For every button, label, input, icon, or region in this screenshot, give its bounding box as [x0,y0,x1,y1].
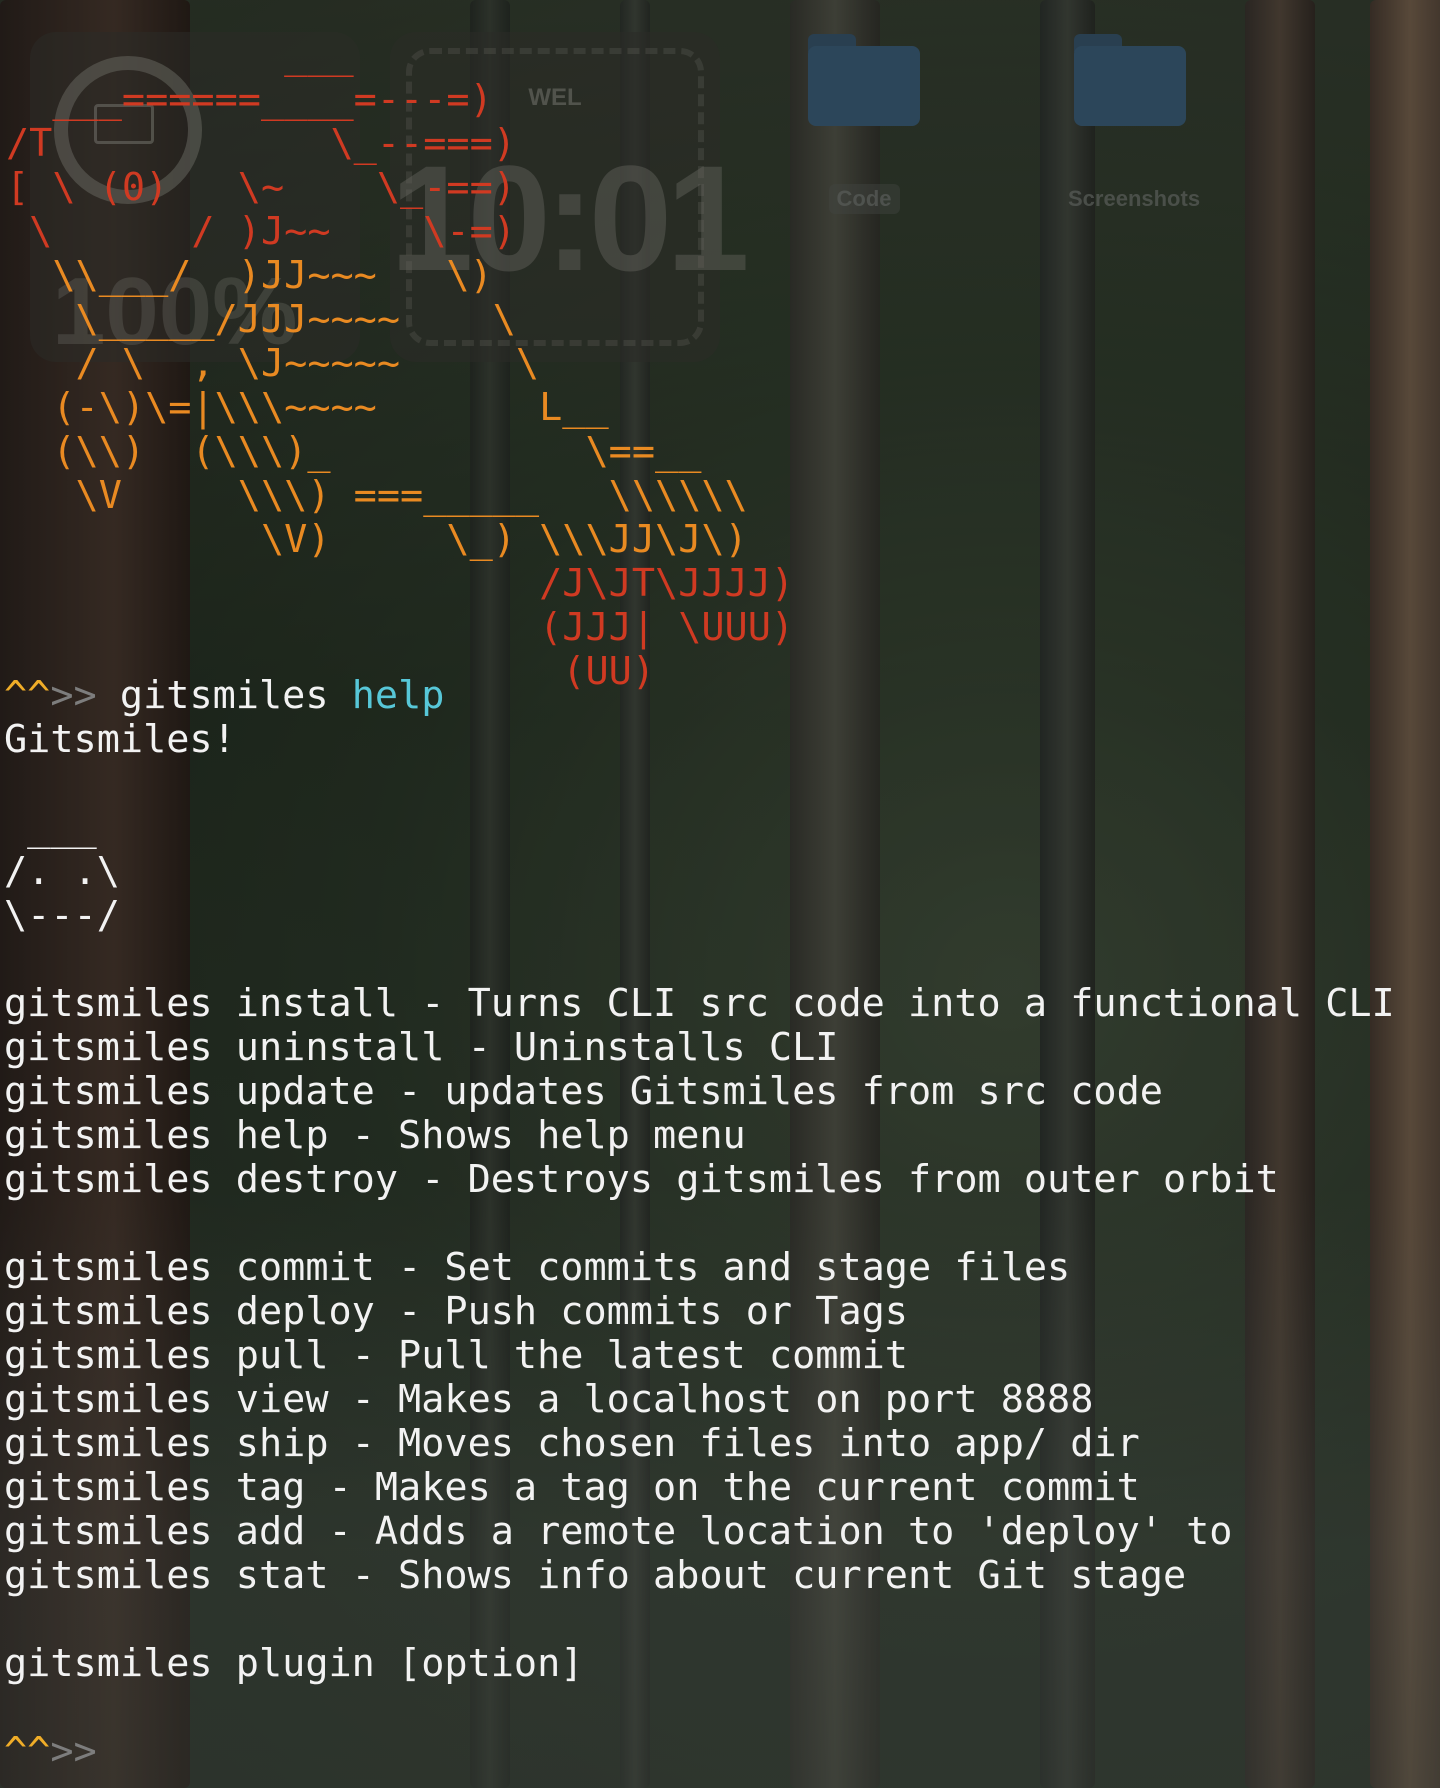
help-line: gitsmiles tag - Makes a tag on the curre… [4,1465,1140,1510]
help-line: gitsmiles destroy - Destroys gitsmiles f… [4,1157,1279,1202]
ascii-art-line: (\\) (\\\)_ \==__ [6,429,702,474]
help-line: gitsmiles stat - Shows info about curren… [4,1553,1187,1598]
ascii-art-line: (JJJ| \UUU) [6,605,795,650]
help-line: gitsmiles uninstall - Uninstalls CLI [4,1025,839,1070]
ascii-art-line: \\___/ )JJ~~~ \) [6,253,493,298]
active-prompt[interactable]: ^^>> [4,1730,1395,1774]
ascii-art-line: (-\)\=|\\\~~~~ L__ [6,385,609,430]
face-line: /. .\ [4,849,120,894]
help-line: gitsmiles deploy - Push commits or Tags [4,1289,908,1334]
ascii-art-line: \V) \_) \\\JJ\J\) [6,517,748,562]
ascii-art-line: ___ [6,33,354,78]
ascii-art-line: /T \_--===) [6,121,516,166]
face-line: \---/ [4,893,120,938]
help-line: gitsmiles commit - Set commits and stage… [4,1245,1071,1290]
ascii-art-line: \ / )J~~ \-=) [6,209,516,254]
ascii-art-line: / \ , \J~~~~~ \ [6,341,540,386]
prompt-caret: ^^ [4,1729,51,1774]
ascii-art-banner: ___ ___======____=---=)/T \_--===)[ \ (0… [6,34,794,694]
ascii-art-line: \V \\\) ===_____ \\\\\\ [6,473,748,518]
command-line: ^^>> gitsmiles help [4,674,1395,718]
help-line: gitsmiles plugin [option] [4,1641,584,1686]
help-line: gitsmiles add - Adds a remote location t… [4,1509,1233,1554]
help-line: gitsmiles view - Makes a localhost on po… [4,1377,1094,1422]
help-line: gitsmiles pull - Pull the latest commit [4,1333,908,1378]
command-argument: help [351,673,445,718]
face-line: ___ [4,805,97,850]
prompt-caret: ^^ [4,673,51,718]
help-line: gitsmiles ship - Moves chosen files into… [4,1421,1140,1466]
terminal-window[interactable]: ___ ___======____=---=)/T \_--===)[ \ (0… [0,0,1440,1788]
ascii-art-line: ___======____=---=) [6,77,493,122]
help-line: gitsmiles help - Shows help menu [4,1113,746,1158]
help-line: gitsmiles update - updates Gitsmiles fro… [4,1069,1163,1114]
prompt-arrow: >> [50,673,97,718]
command-name: gitsmiles [119,673,329,718]
ascii-art-line: [ \ (0) \~ \_-==) [6,165,516,210]
banner-text: Gitsmiles! [4,717,236,762]
ascii-art-line: \_____/JJJ~~~~ \ [6,297,516,342]
prompt-arrow: >> [50,1729,97,1774]
terminal-output[interactable]: ^^>> gitsmiles help Gitsmiles! ___/. .\ \-… [4,674,1395,1774]
help-line: gitsmiles install - Turns CLI src code i… [4,981,1395,1026]
ascii-art-line: /J\JT\JJJJ) [6,561,795,606]
